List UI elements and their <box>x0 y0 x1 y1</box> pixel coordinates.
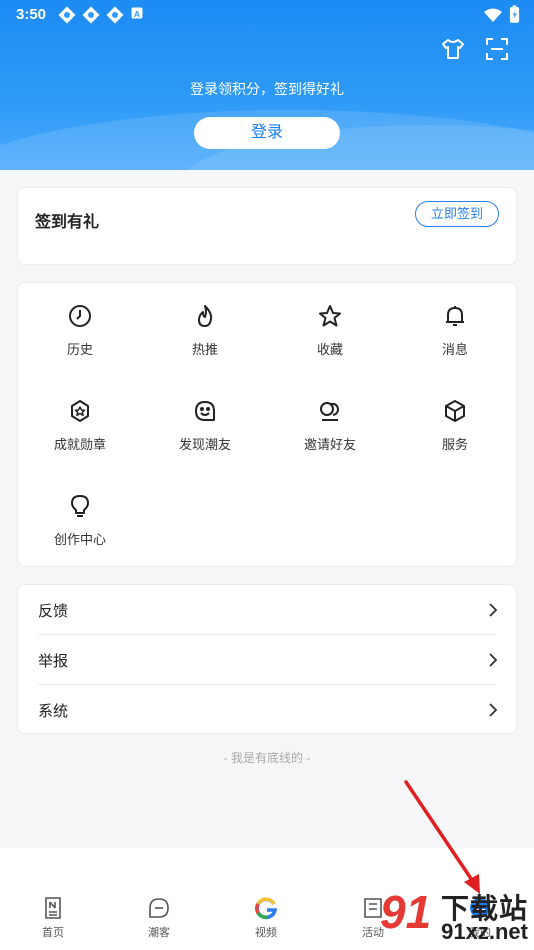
grid-item-label: 邀请好友 <box>303 437 356 452</box>
scan-icon[interactable] <box>484 36 510 62</box>
status-notification-icons: A <box>58 6 148 24</box>
grid-item-label: 发现潮友 <box>178 437 231 452</box>
grid-item-label: 服务 <box>441 437 468 452</box>
grid-item-discover-friends[interactable]: 发现潮友 <box>150 398 260 453</box>
list-item-feedback[interactable]: 反馈 <box>18 585 516 635</box>
wifi-icon <box>483 7 503 28</box>
news-icon <box>18 896 88 920</box>
list-item-label: 反馈 <box>38 603 69 620</box>
chevron-right-icon <box>488 652 498 668</box>
app-a-icon: A <box>130 6 148 24</box>
svg-text:A: A <box>134 9 140 19</box>
grid-item-label: 创作中心 <box>53 532 106 547</box>
watermark: 91 下载站 91xz.net <box>374 885 534 950</box>
grid-item-favorites[interactable]: 收藏 <box>275 303 385 358</box>
tab-chaoke[interactable]: 潮客 <box>124 896 194 940</box>
star-icon <box>275 303 385 329</box>
smile-icon <box>150 398 260 424</box>
tab-label: 视频 <box>255 927 277 939</box>
settings-list: 反馈 举报 系统 <box>17 584 517 734</box>
bulb-icon <box>25 493 135 519</box>
grid-item-label: 消息 <box>441 342 468 357</box>
app-notification-icon <box>58 6 76 24</box>
list-item-label: 举报 <box>38 653 69 670</box>
app-notification-icon <box>106 6 124 24</box>
grid-item-services[interactable]: 服务 <box>400 398 510 453</box>
list-item-system[interactable]: 系统 <box>18 685 516 735</box>
signin-now-button[interactable]: 立即签到 <box>415 201 499 227</box>
invite-icon <box>275 398 385 424</box>
annotation-arrow <box>404 780 480 894</box>
header-banner: 3:50 A 登录领积分，签到得好礼 登录 <box>0 0 534 170</box>
signin-card: 签到有礼 立即签到 <box>17 187 517 265</box>
grid-item-achievements[interactable]: 成就勋章 <box>25 398 135 453</box>
grid-item-history[interactable]: 历史 <box>25 303 135 358</box>
grid-item-messages[interactable]: 消息 <box>400 303 510 358</box>
grid-item-label: 热推 <box>191 342 218 357</box>
login-prompt: 登录领积分，签到得好礼 <box>190 81 344 97</box>
list-item-label: 系统 <box>38 703 69 720</box>
chat-icon <box>124 896 194 920</box>
tab-video[interactable]: 视频 <box>231 896 301 940</box>
watermark-logo: 91 <box>380 886 432 938</box>
bell-icon <box>400 303 510 329</box>
status-time: 3:50 <box>16 6 47 23</box>
grid-item-label: 收藏 <box>316 342 343 357</box>
battery-icon <box>509 5 520 29</box>
chevron-right-icon <box>488 702 498 718</box>
status-bar: 3:50 A <box>0 0 534 30</box>
feature-grid: 历史 热推 收藏 消息 成就勋章 发现潮友 邀请好友 服务 创作中心 <box>17 282 517 567</box>
grid-item-hot[interactable]: 热推 <box>150 303 260 358</box>
watermark-url: 91xz.net <box>441 919 528 944</box>
grid-item-invite-friends[interactable]: 邀请好友 <box>275 398 385 453</box>
tshirt-icon[interactable] <box>440 36 466 62</box>
video-logo-icon <box>231 896 301 920</box>
login-button[interactable]: 登录 <box>194 117 340 149</box>
end-of-list-note: - 我是有底线的 - <box>223 751 311 765</box>
clock-icon <box>25 303 135 329</box>
tab-label: 潮客 <box>148 927 170 939</box>
tab-home[interactable]: 首页 <box>18 896 88 940</box>
badge-icon <box>25 398 135 424</box>
grid-item-label: 成就勋章 <box>53 437 106 452</box>
flame-icon <box>150 303 260 329</box>
list-item-report[interactable]: 举报 <box>18 635 516 685</box>
grid-item-creator-center[interactable]: 创作中心 <box>25 493 135 548</box>
tab-label: 首页 <box>42 927 64 939</box>
cube-icon <box>400 398 510 424</box>
signin-title: 签到有礼 <box>35 214 100 231</box>
grid-item-label: 历史 <box>66 342 93 357</box>
app-notification-icon <box>82 6 100 24</box>
chevron-right-icon <box>488 602 498 618</box>
